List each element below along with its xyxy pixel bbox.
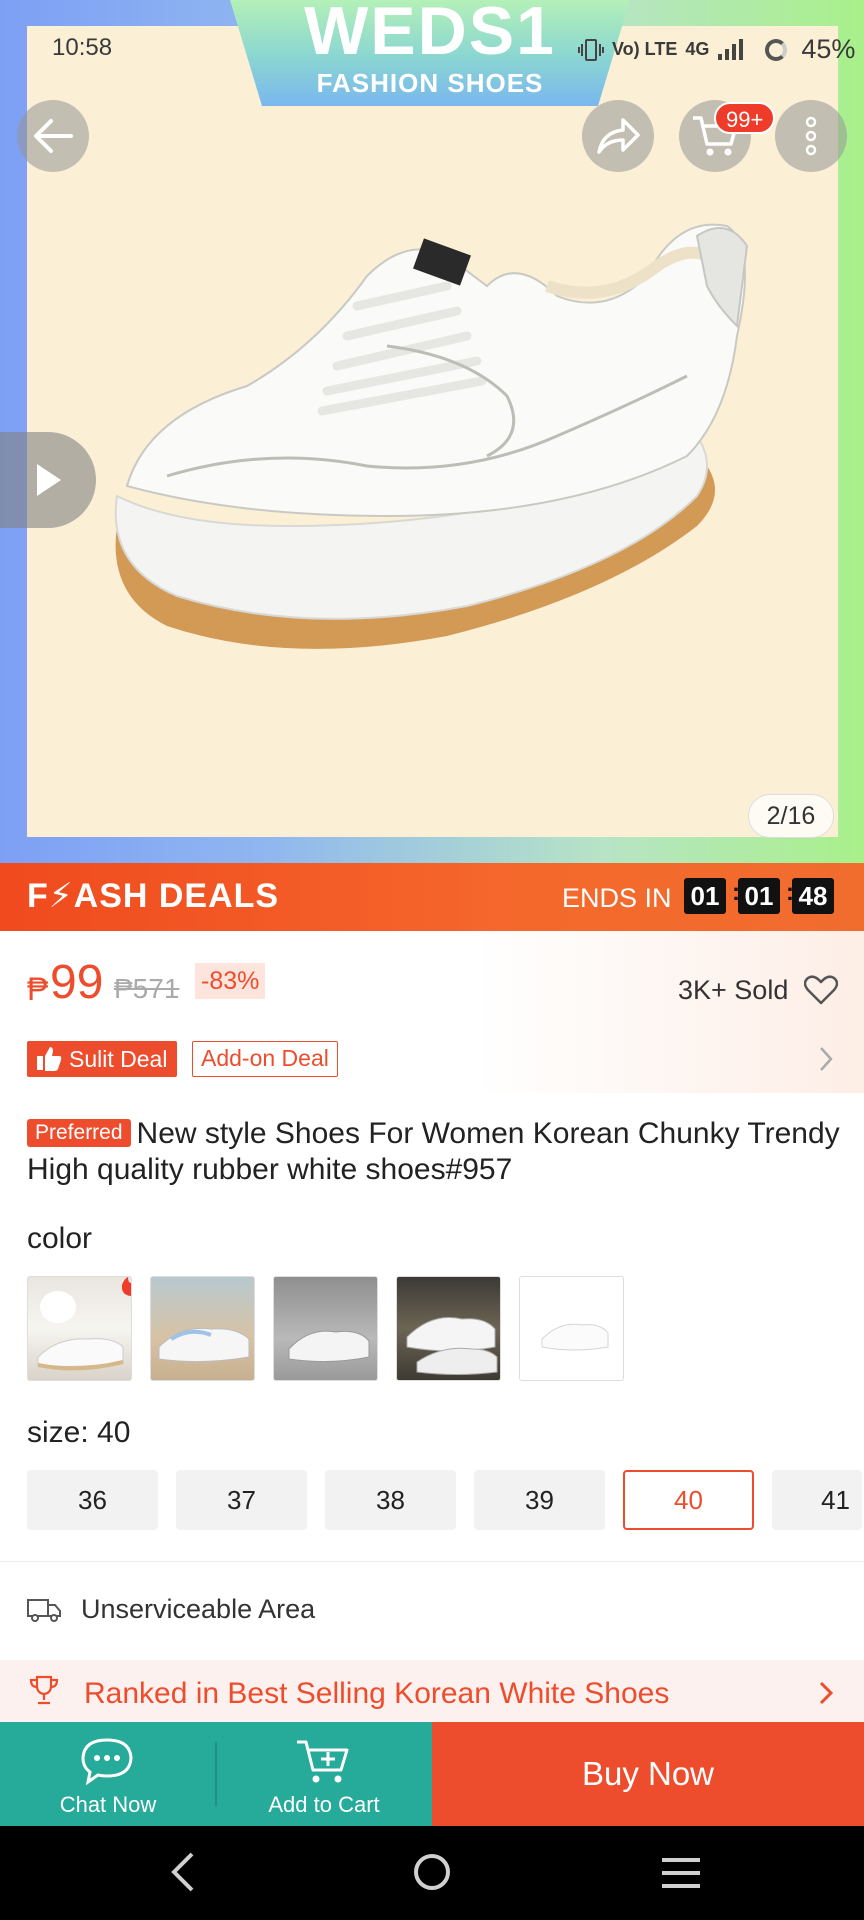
brand-subtitle: FASHION SHOES <box>316 68 544 98</box>
chevron-right-icon <box>819 1681 834 1705</box>
share-button[interactable] <box>582 100 654 172</box>
shipping-text: Unserviceable Area <box>81 1594 316 1624</box>
shoe-thumbnail <box>541 1323 609 1351</box>
play-video-button[interactable] <box>0 432 96 528</box>
bottom-left-actions: Chat Now Add to Cart <box>0 1722 432 1826</box>
color-options <box>27 1276 624 1381</box>
chat-now-button[interactable]: Chat Now <box>0 1722 216 1826</box>
preferred-badge: Preferred <box>27 1119 131 1147</box>
timer-seconds: 48 <box>792 878 834 914</box>
current-price: 99 <box>50 956 104 1009</box>
size-option[interactable]: 37 <box>176 1470 307 1530</box>
divider <box>0 1561 864 1562</box>
thumbs-up-icon <box>37 1047 62 1071</box>
shoe-thumbnail <box>406 1317 498 1375</box>
more-options-button[interactable] <box>775 100 847 172</box>
shoe-thumbnail <box>158 1327 250 1363</box>
color-option[interactable] <box>150 1276 255 1381</box>
sulit-deal-tag[interactable]: Sulit Deal <box>27 1041 178 1077</box>
size-option[interactable]: 38 <box>325 1470 456 1530</box>
sneaker-image <box>114 223 749 649</box>
size-option[interactable]: 39 <box>474 1470 605 1530</box>
shipping-row[interactable]: Unserviceable Area <box>27 1594 315 1625</box>
network-type: 4G <box>685 39 710 59</box>
volte-label: Vo) LTE <box>612 39 678 59</box>
ends-in-label: ENDS IN <box>562 883 672 913</box>
play-icon <box>37 464 61 496</box>
add-on-deal-tag[interactable]: Add-on Deal <box>192 1041 338 1077</box>
share-icon <box>597 118 640 154</box>
color-option[interactable] <box>396 1276 501 1381</box>
color-label: color <box>27 1222 93 1255</box>
color-option[interactable] <box>27 1276 132 1381</box>
status-time: 10:58 <box>52 34 113 61</box>
vibrate-icon <box>578 38 604 61</box>
timer-minutes: 01 <box>738 878 780 914</box>
ranking-text: Ranked in Best Selling Korean White Shoe… <box>84 1677 670 1710</box>
price-currency: ₱ <box>27 971 49 1007</box>
battery-icon <box>765 38 788 61</box>
status-icons: Vo) LTE 4G 45% <box>578 34 855 65</box>
shoe-thumbnail <box>288 1330 370 1363</box>
signal-icon <box>718 38 744 60</box>
sulit-deal-label: Sulit Deal <box>69 1046 168 1072</box>
color-option[interactable] <box>519 1276 624 1381</box>
fire-icon <box>121 1277 131 1296</box>
product-title-block: Preferred New style Shoes For Women Korea… <box>27 1116 847 1188</box>
size-option-selected[interactable]: 40 <box>623 1470 754 1530</box>
nav-menu-icon[interactable] <box>660 1856 702 1890</box>
chat-icon <box>81 1738 133 1786</box>
original-price: ₱571 <box>114 973 180 1004</box>
ranking-row[interactable]: Ranked in Best Selling Korean White Shoe… <box>0 1660 864 1722</box>
color-option[interactable] <box>273 1276 378 1381</box>
system-navigation-bar <box>0 1826 864 1920</box>
price-section: ₱ 99 ₱571 -83% 3K+ Sold Sulit Deal Add-o… <box>0 931 864 1093</box>
product-image-gallery[interactable]: WEDS1 FASHION SHOES 10:58 Vo) LTE 4G 45% <box>0 0 864 863</box>
add-cart-icon <box>297 1740 349 1783</box>
cart-count-badge: 99+ <box>714 102 776 134</box>
back-button[interactable] <box>17 100 89 172</box>
chevron-right-icon[interactable] <box>818 1045 834 1073</box>
size-options: 36 37 38 39 40 41 <box>27 1470 862 1530</box>
chat-now-label: Chat Now <box>59 1792 157 1817</box>
flash-deals-bar[interactable]: F⚡ASH DEALS ENDS IN 01 : 01 : 48 <box>0 863 864 931</box>
shoe-thumbnail <box>37 1291 124 1371</box>
image-counter: 2/16 <box>748 794 834 838</box>
size-option[interactable]: 41 <box>772 1470 862 1530</box>
timer-hours: 01 <box>684 878 726 914</box>
heart-icon[interactable] <box>804 975 838 1005</box>
battery-percent: 45% <box>801 34 856 64</box>
product-title: New style Shoes For Women Korean Chunky … <box>27 1117 840 1186</box>
bottom-action-bar: Chat Now Add to Cart Buy Now <box>0 1722 864 1826</box>
nav-back-icon[interactable] <box>168 1850 198 1894</box>
nav-home-icon[interactable] <box>412 1848 452 1896</box>
buy-now-button[interactable]: Buy Now <box>432 1722 864 1826</box>
arrow-left-icon <box>34 119 73 153</box>
size-option[interactable]: 36 <box>27 1470 158 1530</box>
add-to-cart-button[interactable]: Add to Cart <box>216 1722 432 1826</box>
status-bar: 10:58 Vo) LTE 4G 45% <box>0 30 864 70</box>
sold-count: 3K+ Sold <box>678 975 789 1005</box>
trophy-icon <box>29 1675 59 1705</box>
truck-icon <box>27 1598 61 1622</box>
size-label: size: 40 <box>27 1416 131 1449</box>
flash-deals-title: F⚡ASH DEALS <box>27 877 280 915</box>
more-vertical-icon <box>805 116 817 156</box>
add-to-cart-label: Add to Cart <box>268 1792 380 1817</box>
discount-badge: -83% <box>195 963 266 999</box>
